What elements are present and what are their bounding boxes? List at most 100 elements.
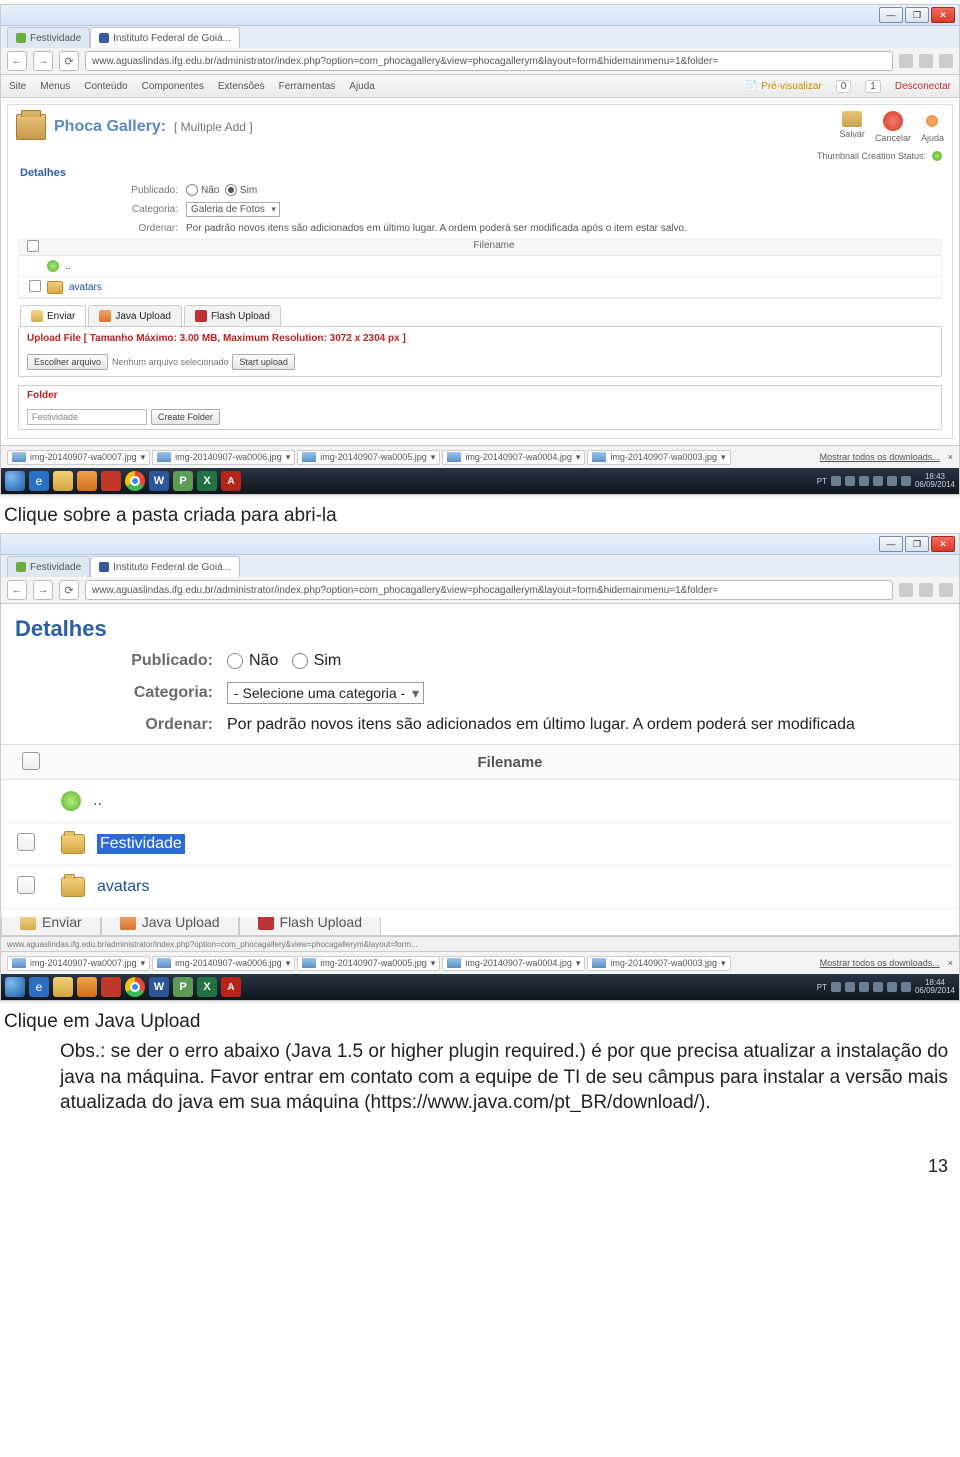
- download-item[interactable]: img-20140907-wa0004.jpg▾: [442, 450, 585, 465]
- choose-file-button[interactable]: Escolher arquivo: [27, 354, 108, 370]
- close-shelf-button[interactable]: ×: [948, 452, 953, 462]
- browser-tab-2[interactable]: Instituto Federal de Goiá...: [90, 27, 240, 48]
- show-all-downloads[interactable]: Mostrar todos os downloads...: [820, 958, 940, 968]
- nav-forward-button[interactable]: →: [33, 51, 53, 71]
- folder-name-input[interactable]: Festividade: [27, 409, 147, 425]
- tab-java-upload[interactable]: Java Upload: [101, 917, 239, 935]
- download-item[interactable]: img-20140907-wa0007.jpg▾: [7, 450, 150, 465]
- menu-menus[interactable]: Menus: [40, 81, 70, 92]
- categoria-select[interactable]: - Selecione uma categoria -: [227, 682, 424, 704]
- window-close-button[interactable]: ✕: [931, 536, 955, 552]
- publicado-no-radio[interactable]: [186, 184, 198, 196]
- window-maximize-button[interactable]: ❐: [905, 7, 929, 23]
- download-item[interactable]: img-20140907-wa0006.jpg▾: [152, 450, 295, 465]
- file-row-festividade[interactable]: Festividade: [1, 823, 959, 866]
- nav-back-button[interactable]: ←: [7, 51, 27, 71]
- categoria-select[interactable]: Galeria de Fotos: [186, 202, 280, 217]
- download-item[interactable]: img-20140907-wa0003.jpg▾: [587, 450, 730, 465]
- ie-icon[interactable]: e: [29, 471, 49, 491]
- clock[interactable]: 18:44 06/09/2014: [915, 979, 955, 995]
- tray-icon[interactable]: [845, 476, 855, 486]
- media-player-icon[interactable]: [77, 977, 97, 997]
- nav-reload-button[interactable]: ⟳: [59, 51, 79, 71]
- pdf-icon[interactable]: A: [221, 471, 241, 491]
- bookmark-star-icon[interactable]: [919, 583, 933, 597]
- tab-java-upload[interactable]: Java Upload: [88, 305, 182, 326]
- download-item[interactable]: img-20140907-wa0006.jpg▾: [152, 956, 295, 971]
- start-button[interactable]: [5, 977, 25, 997]
- excel-icon[interactable]: X: [197, 471, 217, 491]
- chrome-icon[interactable]: [125, 471, 145, 491]
- row-checkbox[interactable]: [17, 833, 35, 851]
- app-icon[interactable]: [101, 471, 121, 491]
- cancel-button[interactable]: Cancelar: [875, 111, 911, 143]
- media-player-icon[interactable]: [77, 471, 97, 491]
- menu-conteudo[interactable]: Conteúdo: [84, 81, 127, 92]
- nav-reload-button[interactable]: ⟳: [59, 580, 79, 600]
- file-row[interactable]: avatars: [19, 277, 941, 298]
- tray-icon[interactable]: [859, 982, 869, 992]
- chrome-icon[interactable]: [125, 977, 145, 997]
- select-all-checkbox[interactable]: [27, 240, 39, 252]
- explorer-icon[interactable]: [53, 977, 73, 997]
- file-row-up[interactable]: ..: [1, 780, 959, 823]
- menu-icon[interactable]: [939, 583, 953, 597]
- ie-icon[interactable]: e: [29, 977, 49, 997]
- tray-icon[interactable]: [887, 982, 897, 992]
- tab-enviar[interactable]: Enviar: [20, 305, 86, 326]
- create-folder-button[interactable]: Create Folder: [151, 409, 220, 425]
- badge-messages[interactable]: 0: [836, 80, 852, 93]
- window-minimize-button[interactable]: —: [879, 536, 903, 552]
- tray-icon[interactable]: [859, 476, 869, 486]
- tab-enviar[interactable]: Enviar: [1, 917, 101, 935]
- bookmark-star-icon[interactable]: [919, 54, 933, 68]
- download-item[interactable]: img-20140907-wa0005.jpg▾: [297, 956, 440, 971]
- close-shelf-button[interactable]: ×: [948, 958, 953, 968]
- extension-icon[interactable]: [899, 583, 913, 597]
- download-item[interactable]: img-20140907-wa0005.jpg▾: [297, 450, 440, 465]
- language-indicator[interactable]: PT: [817, 477, 827, 486]
- pdf-icon[interactable]: A: [221, 977, 241, 997]
- row-checkbox[interactable]: [17, 876, 35, 894]
- publisher-icon[interactable]: P: [173, 977, 193, 997]
- file-row-up[interactable]: ..: [19, 256, 941, 277]
- download-item[interactable]: img-20140907-wa0004.jpg▾: [442, 956, 585, 971]
- help-button[interactable]: Ajuda: [921, 111, 944, 143]
- start-upload-button[interactable]: Start upload: [232, 354, 295, 370]
- menu-componentes[interactable]: Componentes: [142, 81, 204, 92]
- save-button[interactable]: Salvar: [839, 111, 865, 139]
- tray-icon[interactable]: [901, 982, 911, 992]
- tray-icon[interactable]: [887, 476, 897, 486]
- word-icon[interactable]: W: [149, 471, 169, 491]
- start-button[interactable]: [5, 471, 25, 491]
- menu-extensoes[interactable]: Extensões: [218, 81, 265, 92]
- preview-link[interactable]: 📄 Pré-visualizar: [746, 81, 822, 92]
- browser-tab-1[interactable]: Festividade: [7, 556, 90, 577]
- extension-icon[interactable]: [899, 54, 913, 68]
- tray-icon[interactable]: [831, 476, 841, 486]
- show-all-downloads[interactable]: Mostrar todos os downloads...: [820, 452, 940, 462]
- url-field[interactable]: www.aguaslindas.ifg.edu.br/administrator…: [85, 580, 893, 600]
- clock[interactable]: 18:43 06/09/2014: [915, 473, 955, 489]
- url-field[interactable]: www.aguaslindas.ifg.edu.br/administrator…: [85, 51, 893, 71]
- browser-tab-2[interactable]: Instituto Federal de Goiá...: [90, 556, 240, 577]
- download-item[interactable]: img-20140907-wa0007.jpg▾: [7, 956, 150, 971]
- tray-icon[interactable]: [873, 982, 883, 992]
- app-icon[interactable]: [101, 977, 121, 997]
- window-close-button[interactable]: ✕: [931, 7, 955, 23]
- tray-icon[interactable]: [845, 982, 855, 992]
- publicado-no-radio[interactable]: [227, 653, 243, 669]
- excel-icon[interactable]: X: [197, 977, 217, 997]
- publicado-yes-radio[interactable]: [292, 653, 308, 669]
- file-row-avatars[interactable]: avatars: [1, 866, 959, 909]
- explorer-icon[interactable]: [53, 471, 73, 491]
- badge-users[interactable]: 1: [865, 80, 881, 93]
- language-indicator[interactable]: PT: [817, 983, 827, 992]
- window-minimize-button[interactable]: —: [879, 7, 903, 23]
- menu-ajuda[interactable]: Ajuda: [349, 81, 375, 92]
- row-checkbox[interactable]: [29, 280, 41, 292]
- publicado-yes-radio[interactable]: [225, 184, 237, 196]
- nav-back-button[interactable]: ←: [7, 580, 27, 600]
- nav-forward-button[interactable]: →: [33, 580, 53, 600]
- tray-icon[interactable]: [901, 476, 911, 486]
